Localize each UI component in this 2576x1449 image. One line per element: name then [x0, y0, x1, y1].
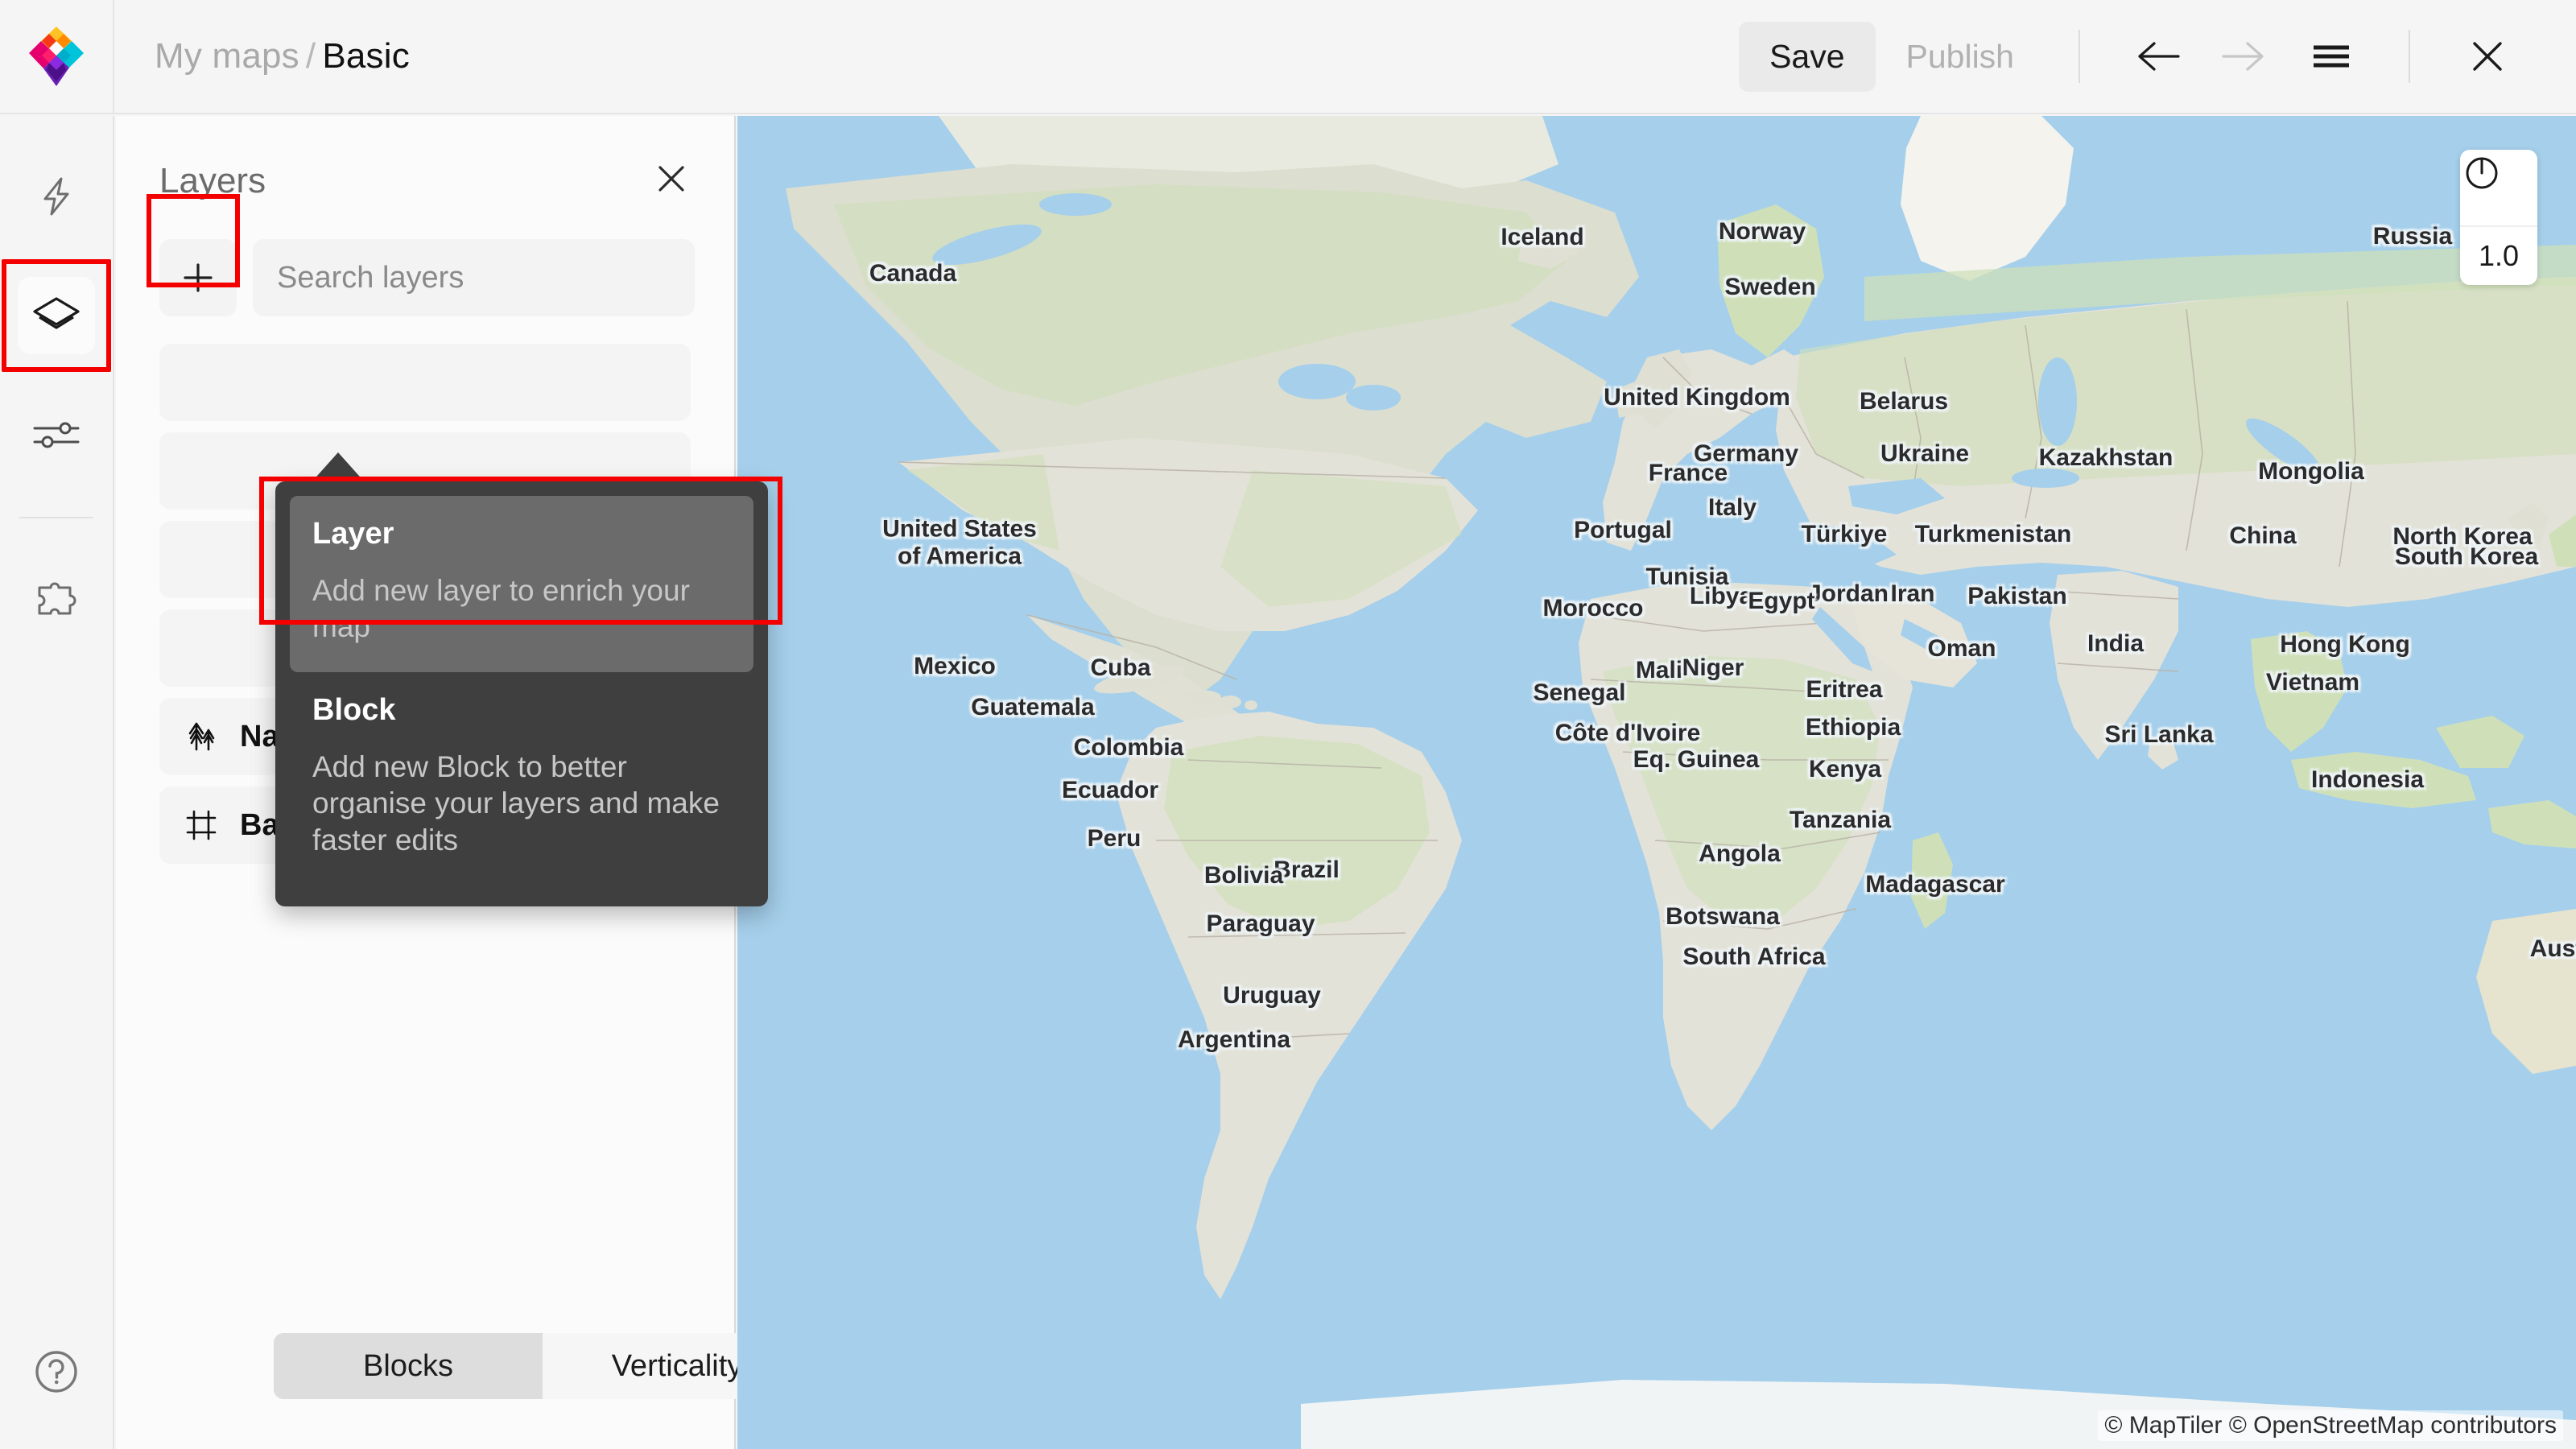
app-logo[interactable]	[0, 0, 114, 114]
breadcrumb: My maps/Basic	[155, 36, 410, 76]
left-rail	[0, 116, 114, 1449]
maptiler-logo-icon	[27, 23, 85, 89]
dropdown-arrow	[311, 452, 365, 483]
publish-button[interactable]: Publish	[1876, 22, 2045, 92]
sidebar-item-quick-actions[interactable]	[18, 158, 95, 235]
top-bar-actions: Save Publish	[1739, 0, 2576, 114]
menu-item-block[interactable]: Block Add new Block to better organise y…	[290, 672, 753, 885]
breadcrumb-parent[interactable]: My maps	[155, 36, 299, 76]
close-editor-button[interactable]	[2454, 23, 2521, 90]
sidebar-item-plugins[interactable]	[18, 560, 95, 638]
zoom-widget: 1.0	[2460, 150, 2537, 285]
world-map-graphic	[737, 116, 2576, 1449]
zoom-level-value[interactable]: 1.0	[2460, 227, 2537, 285]
panel-title: Layers	[159, 161, 266, 201]
arrow-left-icon	[2133, 37, 2182, 76]
map-canvas[interactable]: Canada Iceland Norway Sweden Russia Unit…	[737, 116, 2576, 1449]
trees-icon	[184, 719, 219, 754]
forward-button[interactable]	[2211, 23, 2278, 90]
hamburger-menu-icon	[2309, 37, 2354, 76]
frame-icon	[184, 807, 219, 843]
panel-tabs: Blocks Verticality	[274, 1333, 811, 1399]
puzzle-piece-icon	[31, 576, 81, 621]
menu-item-description: Add new Block to better organise your la…	[312, 749, 731, 857]
menu-item-title: Layer	[312, 517, 731, 551]
map-attribution[interactable]: © MapTiler © OpenStreetMap contributors	[2098, 1410, 2563, 1441]
table-row[interactable]	[159, 344, 691, 421]
top-bar: My maps/Basic Save Publish	[0, 0, 2576, 114]
menu-item-layer[interactable]: Layer Add new layer to enrich your map	[290, 496, 753, 672]
tab-blocks[interactable]: Blocks	[274, 1333, 543, 1399]
menu-item-description: Add new layer to enrich your map	[312, 572, 731, 645]
layers-panel: Layers	[116, 116, 736, 1449]
toolbar-divider-2	[2409, 30, 2410, 83]
layers-search-row	[116, 202, 734, 316]
add-layer-button[interactable]	[159, 239, 237, 316]
sidebar-item-settings[interactable]	[18, 396, 95, 473]
layers-stack-icon	[31, 292, 81, 339]
sliders-icon	[31, 416, 81, 453]
zoom-gauge-button[interactable]	[2460, 150, 2537, 227]
add-dropdown-menu: Layer Add new layer to enrich your map B…	[275, 481, 768, 906]
lightning-bolt-icon	[34, 174, 79, 219]
plus-icon	[180, 259, 217, 296]
rail-divider	[19, 517, 93, 518]
menu-item-title: Block	[312, 693, 731, 728]
close-panel-button[interactable]	[652, 159, 691, 202]
save-button[interactable]: Save	[1739, 22, 1875, 92]
close-icon	[2465, 34, 2510, 79]
layers-panel-header: Layers	[116, 116, 734, 202]
zoom-gauge-icon	[2460, 150, 2504, 193]
breadcrumb-separator: /	[299, 36, 322, 76]
back-button[interactable]	[2124, 23, 2191, 90]
search-layers-input[interactable]	[253, 239, 695, 316]
toolbar-divider-1	[2079, 30, 2080, 83]
sidebar-item-layers[interactable]	[18, 277, 95, 354]
close-icon	[652, 159, 691, 198]
question-mark-circle-icon	[31, 1346, 82, 1397]
help-button[interactable]	[27, 1343, 85, 1401]
arrow-right-icon	[2220, 37, 2268, 76]
breadcrumb-current: Basic	[322, 36, 410, 76]
menu-button[interactable]	[2297, 23, 2365, 90]
